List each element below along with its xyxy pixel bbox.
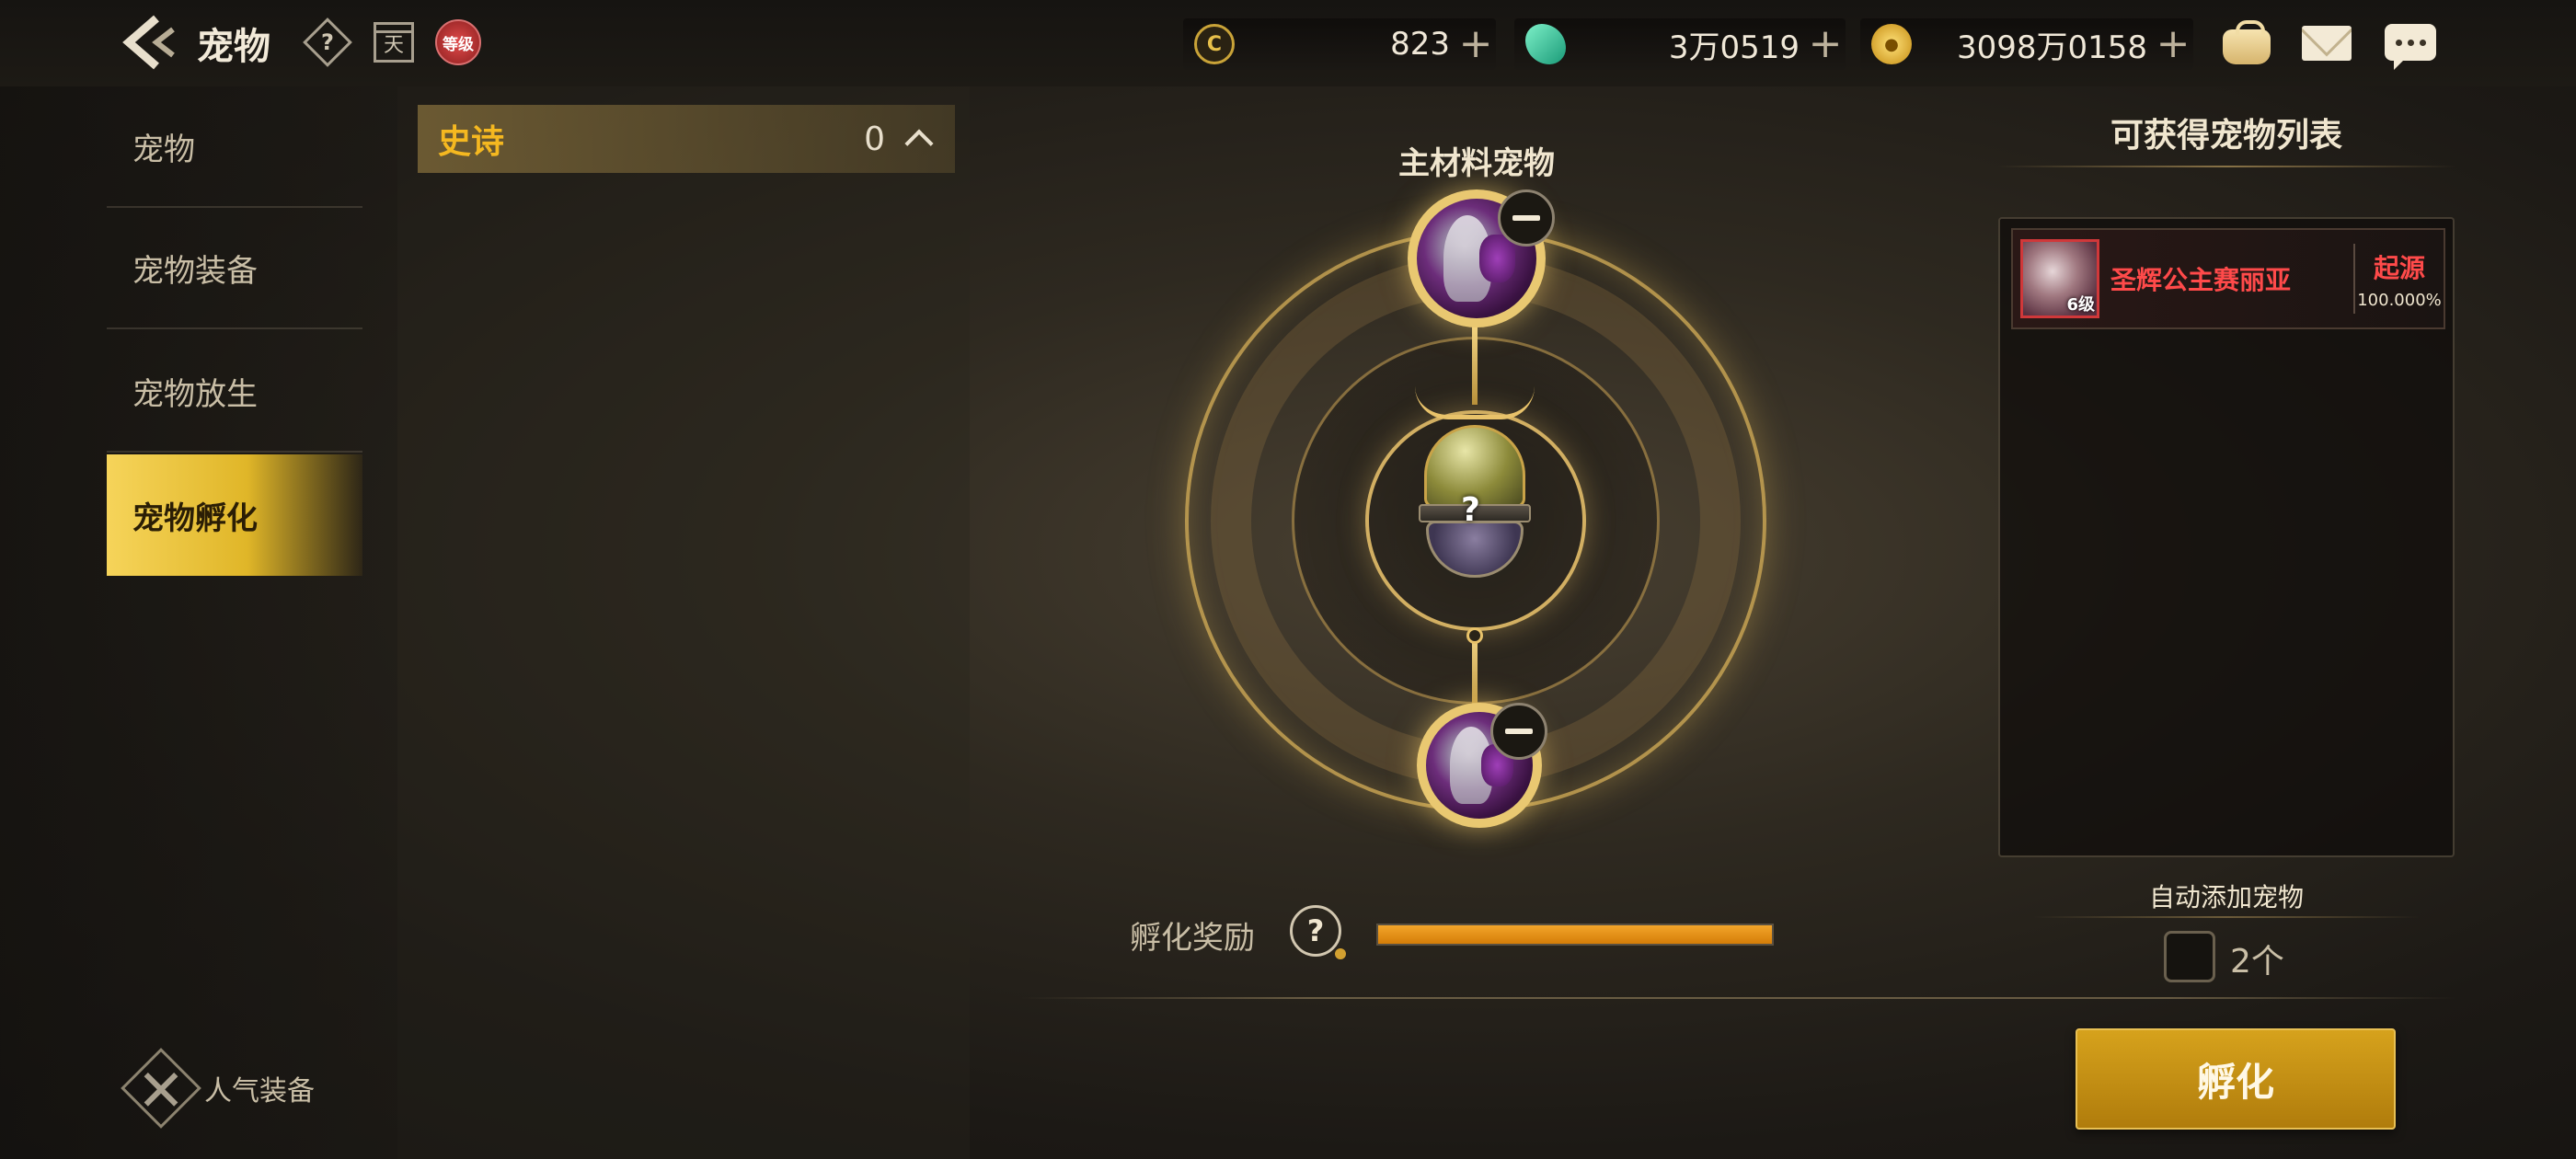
question-mark-icon: ?	[1461, 491, 1480, 529]
mystery-egg: ?	[1415, 425, 1535, 581]
pet-meta: 起源 100.000%	[2355, 248, 2444, 310]
grade-name: 史诗	[438, 123, 505, 161]
add-gold-button[interactable]: +	[2153, 24, 2193, 64]
minus-icon	[1505, 729, 1533, 734]
green-gem-icon	[1525, 24, 1566, 64]
add-crystal-button[interactable]: +	[1455, 24, 1496, 64]
obtainable-pets-list[interactable]: 6级 圣辉公主赛丽亚 起源 100.000%	[1998, 217, 2455, 857]
help-icon: ?	[303, 17, 352, 67]
gold-coin-icon: ●	[1871, 24, 1912, 64]
main-material-label: 主材料宠物	[1398, 145, 1555, 182]
sidebar-item-pet[interactable]: 宠物	[107, 86, 362, 208]
list-item[interactable]: 6级 圣辉公主赛丽亚 起源 100.000%	[2011, 228, 2445, 329]
pet-rate: 100.000%	[2357, 290, 2442, 310]
hatch-button[interactable]: 孵化	[2076, 1028, 2396, 1130]
grade-group-header[interactable]: 史诗 0	[418, 105, 955, 173]
pet-name: 圣辉公主赛丽亚	[2110, 265, 2292, 295]
currency-gold: ● 3098万0158 +	[1860, 18, 2193, 70]
pet-type: 起源	[2373, 252, 2425, 283]
currency-crystal: C 823 +	[1183, 18, 1496, 70]
add-gem-button[interactable]: +	[1805, 24, 1846, 64]
level-lock-icon: 等级	[435, 19, 481, 65]
top-bar: 宠物 ? 天 等级 C 823 + 3万0519 + ● 3098万0158 +	[0, 0, 2576, 86]
minus-icon	[1512, 215, 1540, 221]
popular-equipment-button[interactable]: 人气装备	[121, 1048, 315, 1129]
obtainable-pets-title: 可获得宠物列表	[2110, 117, 2342, 155]
title-underline	[1996, 166, 2456, 167]
chat-icon	[2385, 24, 2436, 70]
sidebar-item-pet-hatch[interactable]: 宠物孵化	[107, 454, 362, 576]
bag-icon	[2223, 20, 2271, 64]
divider	[1021, 997, 2456, 999]
back-button[interactable]	[120, 13, 184, 72]
calendar-button[interactable]: 天	[370, 18, 418, 66]
crystal-c-icon: C	[1194, 24, 1235, 64]
auto-add-count: 2个	[2230, 943, 2284, 981]
remove-sub-pet-button[interactable]	[1490, 703, 1547, 760]
currency-gem: 3万0519 +	[1514, 18, 1846, 70]
mail-button[interactable]	[2298, 17, 2357, 70]
grade-count: 0	[864, 120, 885, 158]
connector-node	[1466, 627, 1483, 644]
chat-button[interactable]	[2381, 17, 2440, 70]
popular-equipment-label: 人气装备	[204, 1075, 315, 1107]
help-button[interactable]: ?	[303, 17, 352, 67]
chevron-up-icon	[904, 129, 934, 158]
level-button[interactable]: 等级	[434, 18, 482, 66]
label-underline	[2033, 916, 2420, 918]
currency-value: 3万0519	[1668, 29, 1800, 66]
back-arrow-icon	[122, 15, 175, 70]
remove-main-pet-button[interactable]	[1498, 189, 1555, 247]
reward-help-button[interactable]: ?	[1290, 905, 1346, 959]
currency-value: 3098万0158	[1956, 29, 2147, 66]
pet-rank: 6级	[2066, 295, 2095, 315]
progress-fill	[1378, 925, 1772, 944]
hatch-reward-label: 孵化奖励	[1130, 920, 1255, 957]
auto-add-checkbox[interactable]	[2164, 931, 2215, 982]
sidebar-item-pet-equipment[interactable]: 宠物装备	[107, 208, 362, 329]
hatch-reward-progress	[1376, 924, 1774, 946]
auto-add-label: 自动添加宠物	[2148, 882, 2304, 912]
currency-value: 823	[1390, 26, 1450, 63]
sidebar-item-pet-release[interactable]: 宠物放生	[107, 331, 362, 453]
bag-button[interactable]	[2217, 17, 2276, 70]
help-icon: ?	[1306, 913, 1325, 948]
mail-icon	[2302, 26, 2352, 61]
connector-ornament	[1415, 386, 1535, 419]
pet-thumbnail: 6级	[2020, 239, 2099, 318]
calendar-icon: 天	[374, 22, 414, 63]
page-title: 宠物	[197, 26, 270, 68]
pet-list-panel: 史诗 0	[397, 86, 970, 1159]
crossed-swords-icon	[121, 1048, 201, 1129]
